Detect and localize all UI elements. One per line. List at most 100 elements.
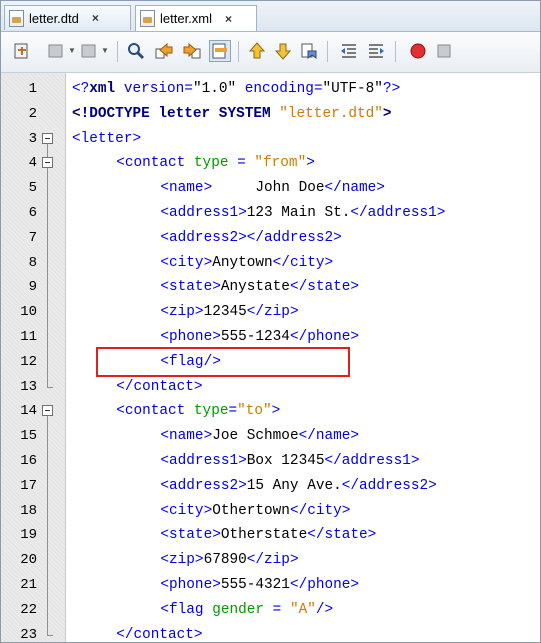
find-next-icon[interactable] [181,40,203,62]
highlight-annotation-box [96,346,350,377]
code-text: <address1>Box 12345</address1> [160,453,420,469]
code-text: </contact> [116,378,203,395]
close-tab-icon[interactable]: × [92,11,99,25]
code-text: <letter> [72,130,142,147]
code-editor[interactable]: 1 <?xml version="1.0" encoding="UTF-8"?> 2… [1,73,540,643]
code-line[interactable]: 8 <city>Anytown</city> [1,251,540,276]
code-line[interactable]: 17 <address2>15 Any Ave.</address2> [1,474,540,499]
chevron-down-icon[interactable]: ▼ [68,46,76,55]
tab-letter-xml[interactable]: letter.xml × [135,5,257,31]
code-line[interactable]: 18 <city>Othertown</city> [1,499,540,524]
forward-icon[interactable] [78,40,100,62]
line-number: 1 [28,81,37,97]
code-text: <name> John Doe</name> [160,180,385,197]
tab-bar: letter.dtd × letter.xml × [1,1,540,32]
line-number: 23 [20,626,37,643]
code-line[interactable]: 16 <address1>Box 12345</address1> [1,449,540,474]
line-number: 14 [20,403,37,420]
code-text: <zip>67890</zip> [160,552,299,569]
code-line[interactable]: 4 <contact type = "from"> [1,151,540,176]
back-icon[interactable] [45,40,67,62]
line-number: 15 [20,428,37,445]
fold-collapse-icon[interactable] [42,157,53,169]
tab-label: letter.dtd [29,10,79,26]
line-number: 16 [20,453,37,469]
toolbar-separator [238,41,239,62]
code-line[interactable]: 5 <name> John Doe</name> [1,176,540,201]
toolbar-separator [395,41,396,62]
chevron-down-icon[interactable]: ▼ [101,46,109,55]
code-text: <city>Anytown</city> [160,254,334,271]
toolbar-separator [117,41,118,62]
line-number: 13 [20,378,37,395]
code-line[interactable]: 20 <zip>67890</zip> [1,548,540,573]
line-number: 20 [20,552,37,569]
tab-label: letter.xml [160,11,213,26]
line-number: 6 [28,205,37,221]
code-text: <state>Anystate</state> [160,279,360,296]
line-number: 17 [20,477,37,494]
find-icon[interactable] [125,40,147,62]
line-number: 4 [28,155,37,172]
find-previous-icon[interactable] [153,40,175,62]
toggle-highlight-icon[interactable] [209,40,231,62]
code-text: <address2>15 Any Ave.</address2> [160,477,437,494]
fold-collapse-icon[interactable] [42,405,53,417]
code-text: <contact type = "from"> [116,155,315,172]
code-text: <contact type="to"> [116,403,281,420]
code-text: <?xml version="1.0" encoding="UTF-8"?> [72,81,401,97]
fold-end-marker [47,386,53,388]
fold-end-marker [47,634,53,636]
code-line[interactable]: 3 <letter> [1,127,540,152]
fold-guide [47,416,48,635]
shift-left-icon[interactable] [338,40,360,62]
fold-collapse-icon[interactable] [42,132,53,144]
line-number: 5 [28,180,37,197]
code-text: <city>Othertown</city> [160,502,351,519]
code-line[interactable]: 1 <?xml version="1.0" encoding="UTF-8"?> [1,77,540,102]
code-text: </contact> [116,626,203,643]
line-number: 18 [20,502,37,519]
code-line[interactable]: 2 <!DOCTYPE letter SYSTEM "letter.dtd"> [1,102,540,127]
line-number: 10 [20,304,37,321]
toolbar-separator [327,41,328,62]
code-text: <address2></address2> [160,229,342,246]
code-line[interactable]: 23 </contact> [1,623,540,643]
line-number: 2 [28,105,37,122]
code-text: <state>Otherstate</state> [160,527,377,544]
code-line[interactable]: 15 <name>Joe Schmoe</name> [1,424,540,449]
line-number: 19 [20,527,37,544]
toggle-bookmark-icon[interactable] [298,40,320,62]
editor-toolbar: ▼ ▼ [1,32,540,73]
line-number: 21 [20,577,37,593]
line-number: 3 [28,130,37,147]
code-line[interactable]: 10 <zip>12345</zip> [1,300,540,325]
code-line[interactable]: 7 <address2></address2> [1,226,540,251]
fold-guide [47,168,48,387]
close-tab-icon[interactable]: × [225,12,232,26]
tab-letter-dtd[interactable]: letter.dtd × [4,5,131,30]
start-macro-recording-icon[interactable] [407,40,429,62]
shift-right-icon[interactable] [365,40,387,62]
editor-window: letter.dtd × letter.xml × ▼ ▼ 1 <?xml ve… [0,0,541,643]
previous-bookmark-icon[interactable] [246,40,268,62]
line-number: 8 [28,254,37,271]
code-line[interactable]: 13 </contact> [1,375,540,400]
code-text: <flag gender = "A"/> [160,601,334,618]
line-number: 9 [28,279,37,296]
line-number: 7 [28,229,37,246]
code-line[interactable]: 22 <flag gender = "A"/> [1,598,540,623]
code-text: <zip>12345</zip> [160,304,299,321]
stop-macro-recording-icon[interactable] [433,40,455,62]
code-line[interactable]: 14 <contact type="to"> [1,399,540,424]
dtd-file-icon [9,9,24,27]
code-line[interactable]: 21 <phone>555-4321</phone> [1,573,540,598]
code-line[interactable]: 9 <state>Anystate</state> [1,275,540,300]
last-edit-icon[interactable] [11,40,33,62]
code-line[interactable]: 6 <address1>123 Main St.</address1> [1,201,540,226]
next-bookmark-icon[interactable] [272,40,294,62]
code-text: <address1>123 Main St.</address1> [160,205,446,221]
xml-file-icon [140,10,155,27]
code-line[interactable]: 19 <state>Otherstate</state> [1,523,540,548]
line-number: 12 [20,353,37,370]
